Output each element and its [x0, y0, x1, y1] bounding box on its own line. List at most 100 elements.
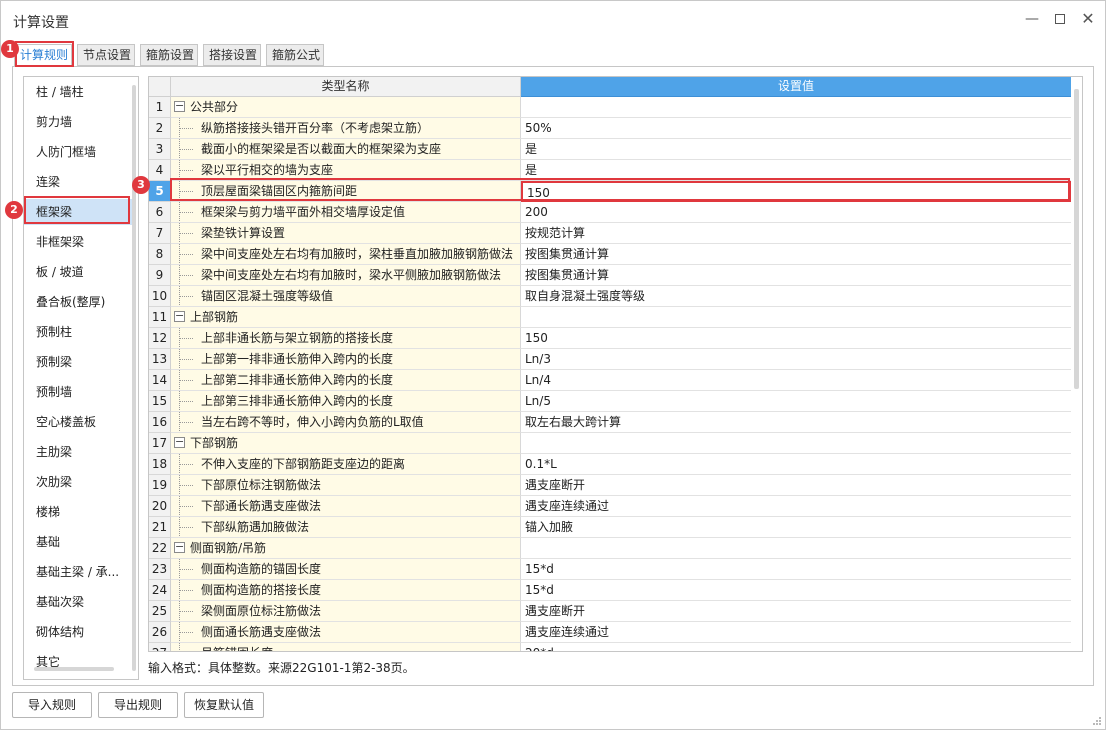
setting-value-cell[interactable]: Ln/4: [521, 370, 1071, 391]
row-number: 7: [149, 223, 171, 244]
collapse-icon[interactable]: −: [174, 541, 185, 553]
type-name-cell: 吊筋锚固长度: [171, 643, 521, 651]
sidebar-item-foundation[interactable]: 基础: [24, 529, 132, 555]
table-row[interactable]: 12 上部非通长筋与架立钢筋的搭接长度 150: [149, 328, 1071, 349]
sidebar-item-coupling-beam[interactable]: 连梁: [24, 169, 132, 195]
setting-value-cell[interactable]: Ln/5: [521, 391, 1071, 412]
sidebar-item-masonry[interactable]: 砌体结构: [24, 619, 132, 645]
setting-value-cell[interactable]: 200: [521, 202, 1071, 223]
sidebar-horizontal-scrollbar[interactable]: [34, 667, 114, 671]
setting-value-cell[interactable]: 150: [521, 328, 1071, 349]
sidebar-item-slab-ramp[interactable]: 板 / 坡道: [24, 259, 132, 285]
tab-node-settings[interactable]: 节点设置: [77, 44, 135, 66]
table-row[interactable]: 21 下部纵筋遇加腋做法 锚入加腋: [149, 517, 1071, 538]
table-row[interactable]: 18 不伸入支座的下部钢筋距支座边的距离 0.1*L: [149, 454, 1071, 475]
table-row[interactable]: 24 侧面构造筋的搭接长度 15*d: [149, 580, 1071, 601]
group-row[interactable]: 11− 上部钢筋: [149, 307, 1071, 328]
table-row[interactable]: 3 截面小的框架梁是否以截面大的框架梁为支座 是: [149, 139, 1071, 160]
sidebar-item-column[interactable]: 柱 / 墙柱: [24, 79, 132, 105]
import-rules-button[interactable]: 导入规则: [12, 692, 92, 718]
setting-name: 上部第一排非通长筋伸入跨内的长度: [201, 352, 394, 366]
sidebar-item-precast-wall[interactable]: 预制墙: [24, 379, 132, 405]
group-value-cell: [521, 538, 1071, 559]
grid-vertical-scrollbar[interactable]: [1074, 89, 1079, 389]
row-number: 15: [149, 391, 171, 412]
sidebar-item-secondary-rib-beam[interactable]: 次肋梁: [24, 469, 132, 495]
table-row[interactable]: 15 上部第三排非通长筋伸入跨内的长度 Ln/5: [149, 391, 1071, 412]
setting-value-cell[interactable]: 是: [521, 139, 1071, 160]
tab-stirrup-formula[interactable]: 箍筋公式: [266, 44, 324, 66]
setting-value-cell[interactable]: 按图集贯通计算: [521, 265, 1071, 286]
table-row[interactable]: 20 下部通长筋遇支座做法 遇支座连续通过: [149, 496, 1071, 517]
tree-line-horizontal: [179, 632, 193, 633]
setting-value-cell[interactable]: 15*d: [521, 559, 1071, 580]
restore-defaults-button[interactable]: 恢复默认值: [184, 692, 264, 718]
setting-value-cell[interactable]: 20*d: [521, 643, 1071, 651]
table-row[interactable]: 8 梁中间支座处左右均有加腋时，梁柱垂直加腋加腋钢筋做法 按图集贯通计算: [149, 244, 1071, 265]
table-row[interactable]: 19 下部原位标注钢筋做法 遇支座断开: [149, 475, 1071, 496]
maximize-icon[interactable]: [1052, 11, 1068, 27]
setting-value-cell[interactable]: 按图集贯通计算: [521, 244, 1071, 265]
setting-value-cell[interactable]: 0.1*L: [521, 454, 1071, 475]
setting-value-cell[interactable]: 50%: [521, 118, 1071, 139]
sidebar-item-foundation-secondary-beam[interactable]: 基础次梁: [24, 589, 132, 615]
close-icon[interactable]: ✕: [1080, 11, 1096, 27]
type-name-cell: 不伸入支座的下部钢筋距支座边的距离: [171, 454, 521, 475]
sidebar-item-precast-column[interactable]: 预制柱: [24, 319, 132, 345]
table-row[interactable]: 25 梁侧面原位标注筋做法 遇支座断开: [149, 601, 1071, 622]
setting-name: 框架梁与剪力墙平面外相交墙厚设定值: [201, 205, 406, 219]
sidebar-item-main-rib-beam[interactable]: 主肋梁: [24, 439, 132, 465]
type-name-cell: 上部非通长筋与架立钢筋的搭接长度: [171, 328, 521, 349]
type-name-cell: 上部第一排非通长筋伸入跨内的长度: [171, 349, 521, 370]
sidebar-item-non-frame-beam[interactable]: 非框架梁: [24, 229, 132, 255]
table-row[interactable]: 9 梁中间支座处左右均有加腋时，梁水平侧腋加腋钢筋做法 按图集贯通计算: [149, 265, 1071, 286]
group-row[interactable]: 17− 下部钢筋: [149, 433, 1071, 454]
setting-value-cell[interactable]: 遇支座断开: [521, 601, 1071, 622]
export-rules-button[interactable]: 导出规则: [98, 692, 178, 718]
setting-value-cell[interactable]: 遇支座连续通过: [521, 496, 1071, 517]
tab-lap-settings[interactable]: 搭接设置: [203, 44, 261, 66]
collapse-icon[interactable]: −: [174, 436, 185, 448]
collapse-icon[interactable]: −: [174, 310, 185, 322]
group-row[interactable]: 22− 侧面钢筋/吊筋: [149, 538, 1071, 559]
sidebar-item-other[interactable]: 其它: [24, 649, 132, 675]
tab-stirrup-settings[interactable]: 箍筋设置: [140, 44, 198, 66]
sidebar-item-civil-defense-door-frame[interactable]: 人防门框墙: [24, 139, 132, 165]
sidebar-item-composite-slab[interactable]: 叠合板(整厚): [24, 289, 132, 315]
setting-value-cell[interactable]: 锚入加腋: [521, 517, 1071, 538]
setting-value-cell[interactable]: 15*d: [521, 580, 1071, 601]
sidebar-item-foundation-main-beam[interactable]: 基础主梁 / 承...: [24, 559, 132, 585]
tree-line-horizontal: [179, 254, 193, 255]
sidebar-item-shear-wall[interactable]: 剪力墙: [24, 109, 132, 135]
table-row[interactable]: 10 锚固区混凝土强度等级值 取自身混凝土强度等级: [149, 286, 1071, 307]
table-row[interactable]: 7 梁垫铁计算设置 按规范计算: [149, 223, 1071, 244]
table-row[interactable]: 13 上部第一排非通长筋伸入跨内的长度 Ln/3: [149, 349, 1071, 370]
group-value-cell: [521, 433, 1071, 454]
table-row[interactable]: 23 侧面构造筋的锚固长度 15*d: [149, 559, 1071, 580]
table-row[interactable]: 2 纵筋搭接接头错开百分率（不考虑架立筋） 50%: [149, 118, 1071, 139]
setting-value-cell[interactable]: 按规范计算: [521, 223, 1071, 244]
highlight-box-tab: [15, 41, 74, 67]
type-name-cell: 锚固区混凝土强度等级值: [171, 286, 521, 307]
table-row[interactable]: 14 上部第二排非通长筋伸入跨内的长度 Ln/4: [149, 370, 1071, 391]
sidebar-item-stairs[interactable]: 楼梯: [24, 499, 132, 525]
row-number: 11: [149, 307, 171, 328]
table-row[interactable]: 27 吊筋锚固长度 20*d: [149, 643, 1071, 651]
setting-value-cell[interactable]: 取自身混凝土强度等级: [521, 286, 1071, 307]
sidebar-vertical-scrollbar[interactable]: [132, 85, 136, 671]
setting-name: 侧面通长筋遇支座做法: [201, 625, 322, 639]
table-row[interactable]: 6 框架梁与剪力墙平面外相交墙厚设定值 200: [149, 202, 1071, 223]
table-row[interactable]: 26 侧面通长筋遇支座做法 遇支座连续通过: [149, 622, 1071, 643]
sidebar-item-hollow-floor-slab[interactable]: 空心楼盖板: [24, 409, 132, 435]
collapse-icon[interactable]: −: [174, 100, 185, 112]
setting-value-cell[interactable]: 遇支座连续通过: [521, 622, 1071, 643]
sidebar-item-precast-beam[interactable]: 预制梁: [24, 349, 132, 375]
setting-value-cell[interactable]: Ln/3: [521, 349, 1071, 370]
group-row[interactable]: 1− 公共部分: [149, 97, 1071, 118]
minimize-icon[interactable]: —: [1024, 11, 1040, 27]
table-row[interactable]: 16 当左右跨不等时，伸入小跨内负筋的L取值 取左右最大跨计算: [149, 412, 1071, 433]
setting-value-cell[interactable]: 取左右最大跨计算: [521, 412, 1071, 433]
setting-value-cell[interactable]: 遇支座断开: [521, 475, 1071, 496]
row-number: 12: [149, 328, 171, 349]
resize-grip-icon[interactable]: [1092, 716, 1102, 726]
